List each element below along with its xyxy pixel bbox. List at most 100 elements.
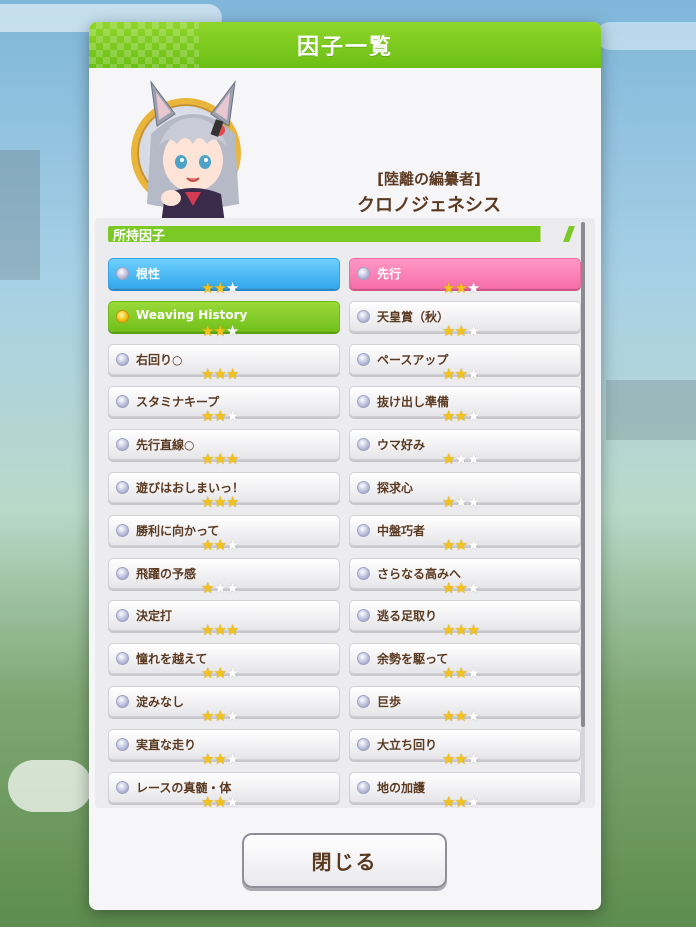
star-filled-icon: ★ [442,279,455,297]
factor-orb-icon [116,352,129,366]
star-empty-icon: ★ [225,321,239,340]
star-filled-icon: ★ [213,707,226,725]
factor-item[interactable]: 余勢を駆って ★★★ [349,643,581,681]
factor-item[interactable]: 探求心 ★★★ [349,472,581,510]
star-filled-icon: ★ [201,707,214,725]
factor-orb-icon [357,395,370,409]
factor-item[interactable]: 逃る足取り ★★★ [349,600,581,638]
factor-item[interactable]: レースの真髄・体 ★★★ [108,771,340,810]
star-filled-icon: ★ [454,578,467,597]
factor-item[interactable]: 勝利に向かって ★★★ [108,514,340,553]
factor-name: 抜け出し準備 [377,395,450,410]
star-filled-icon: ★ [225,364,239,383]
star-empty-icon: ★ [213,578,226,597]
character-title: [陸離の編纂者] [377,170,481,188]
star-empty-icon: ★ [225,535,239,554]
factor-item[interactable]: 先行 ★★★ [349,258,581,296]
factor-orb-icon [116,652,129,666]
star-filled-icon: ★ [213,321,226,340]
factor-item[interactable]: 決定打 ★★★ [108,600,340,638]
factor-item[interactable]: 大立ち回り ★★★ [349,728,581,767]
star-filled-icon: ★ [454,279,467,297]
factor-panel: 所持因子 根性 ★★★ 先行 ★★★ Weaving History ★★★ 天皇賞（秋） ★… [95,218,595,810]
factor-orb-icon [357,523,370,537]
star-empty-icon: ★ [466,450,480,469]
star-filled-icon: ★ [213,621,226,640]
background-tower [0,150,40,280]
factor-stars: ★★★ [201,751,239,767]
star-filled-icon: ★ [201,621,214,640]
factor-stars: ★★★ [442,792,480,811]
factor-name: 根性 [136,267,161,281]
factor-stars: ★★★ [442,664,480,683]
background-building [606,380,696,440]
factor-name: ウマ好み [377,438,426,453]
factor-item[interactable]: 実直な走り ★★★ [108,728,340,767]
star-empty-icon: ★ [466,279,480,297]
factor-orb-icon [116,780,129,794]
close-button[interactable]: 閉じる [242,833,447,888]
star-filled-icon: ★ [201,493,214,511]
factor-stars: ★★★ [201,450,239,469]
factor-item[interactable]: 憧れを越えて ★★★ [108,643,340,681]
star-filled-icon: ★ [442,364,455,383]
factor-item[interactable]: 先行直線○ ★★★ [108,429,340,467]
factor-item[interactable]: 天皇賞（秋） ★★★ [349,300,581,339]
factor-item[interactable]: Weaving History ★★★ [108,300,340,339]
star-filled-icon: ★ [454,407,467,426]
factor-name: 憧れを越えて [136,652,208,667]
factor-item[interactable]: 地の加護 ★★★ [349,771,581,810]
star-filled-icon: ★ [201,407,214,426]
star-filled-icon: ★ [213,664,226,683]
scrollbar-thumb[interactable] [581,222,585,727]
factor-orb-icon [357,438,370,452]
star-filled-icon: ★ [454,321,467,340]
factor-item[interactable]: さらなる高みへ ★★★ [349,557,581,596]
factor-stars: ★★★ [442,493,480,511]
factor-orb-icon [116,695,129,708]
star-empty-icon: ★ [225,792,239,811]
factor-item[interactable]: 淀みなし ★★★ [108,686,340,724]
background-back-button [8,760,92,812]
factor-orb-icon [357,481,370,494]
factor-orb-icon [357,609,370,623]
factor-orb-icon [116,737,129,751]
factor-item[interactable]: スタミナキープ ★★★ [108,386,340,424]
star-filled-icon: ★ [225,450,239,469]
factor-item[interactable]: 飛躍の予感 ★★★ [108,557,340,596]
factor-name: 決定打 [136,609,173,624]
section-header-bar [108,226,578,242]
factor-stars: ★★★ [201,493,239,511]
factor-item[interactable]: 抜け出し準備 ★★★ [349,386,581,424]
factor-orb-icon [357,780,370,794]
star-filled-icon: ★ [454,792,467,811]
star-filled-icon: ★ [201,578,214,597]
star-empty-icon: ★ [466,364,480,383]
character-avatar [131,80,241,224]
star-filled-icon: ★ [201,364,214,383]
star-filled-icon: ★ [442,493,455,511]
factor-orb-icon [357,695,370,708]
factor-item[interactable]: ペースアップ ★★★ [349,343,581,382]
star-empty-icon: ★ [225,578,239,597]
star-filled-icon: ★ [225,493,239,511]
factor-stars: ★★★ [442,621,480,640]
factor-item[interactable]: 根性 ★★★ [108,258,340,296]
factor-item[interactable]: ウマ好み ★★★ [349,429,581,467]
star-empty-icon: ★ [466,664,480,683]
character-portrait-icon [147,80,239,224]
close-button-label: 閉じる [311,850,378,874]
factor-item[interactable]: 巨歩 ★★★ [349,686,581,724]
factor-item[interactable]: 遊びはおしまいっ！ ★★★ [108,472,340,510]
factor-stars: ★★★ [201,280,239,296]
factor-stars: ★★★ [442,708,480,724]
dialog-title: 因子一覧 [296,35,393,60]
factor-name: 探求心 [377,481,414,495]
factor-stars: ★★★ [201,578,239,597]
star-filled-icon: ★ [213,792,226,811]
factor-name: 先行 [377,267,402,281]
factor-item[interactable]: 右回り○ ★★★ [108,343,340,382]
factor-item[interactable]: 中盤巧者 ★★★ [349,514,581,553]
star-filled-icon: ★ [442,321,455,340]
star-filled-icon: ★ [442,621,455,640]
